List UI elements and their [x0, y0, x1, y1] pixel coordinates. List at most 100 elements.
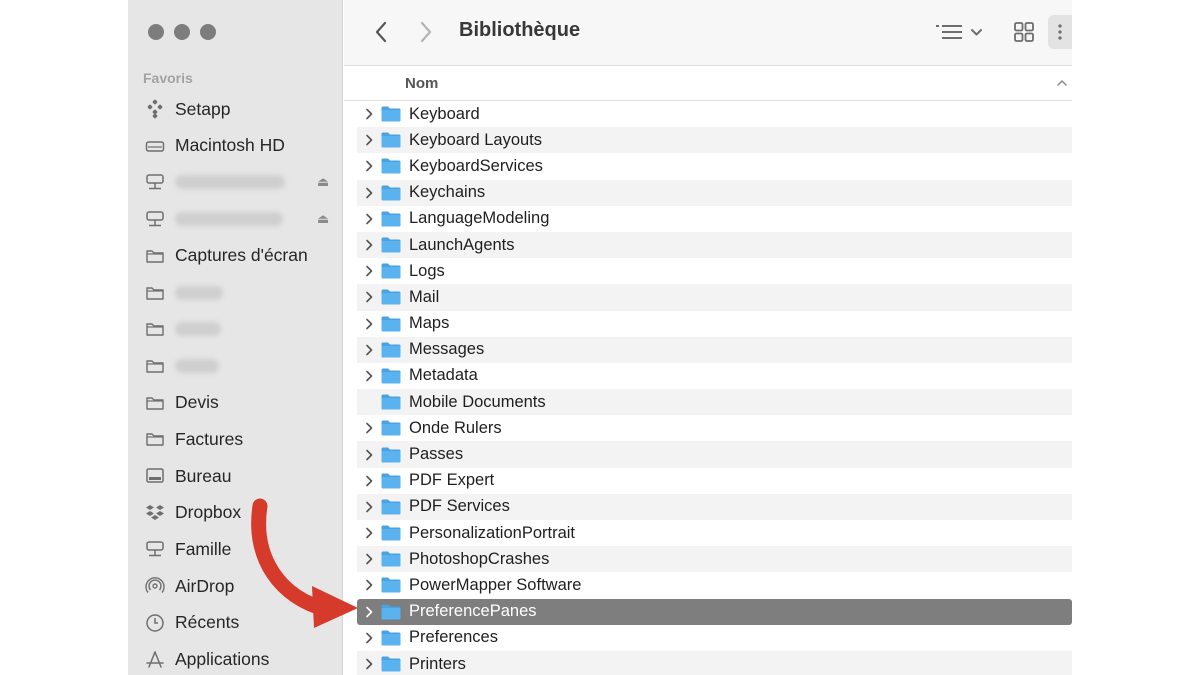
list-item[interactable]: Onde Rulers — [357, 415, 1072, 441]
sort-ascending-icon[interactable] — [1056, 77, 1068, 89]
forward-button[interactable] — [413, 18, 439, 46]
minimize-window-button[interactable] — [174, 24, 190, 40]
eject-icon[interactable]: ⏏ — [317, 211, 329, 227]
file-name: Passes — [409, 445, 464, 464]
list-item[interactable]: KeyboardServices — [357, 153, 1072, 179]
list-item[interactable]: LaunchAgents — [357, 231, 1072, 259]
list-view-icon — [1058, 24, 1062, 40]
disclosure-chevron-icon[interactable] — [357, 153, 381, 179]
sidebar-item[interactable]: Dropbox — [144, 500, 241, 526]
folder-icon — [381, 342, 401, 358]
file-name: Onde Rulers — [409, 418, 502, 437]
network-drive-icon — [144, 208, 166, 230]
list-item[interactable]: Keyboard — [357, 101, 1072, 127]
disclosure-chevron-icon[interactable] — [357, 415, 381, 441]
list-item[interactable]: PersonalizationPortrait — [357, 520, 1072, 546]
disclosure-chevron-icon[interactable] — [357, 311, 381, 337]
folder-icon — [381, 525, 401, 541]
disclosure-chevron-icon[interactable] — [357, 651, 381, 675]
sidebar-item[interactable]: Récents — [144, 610, 239, 636]
sidebar-item[interactable]: ⏏ — [144, 206, 329, 232]
sidebar-item[interactable]: Captures d'écran — [144, 243, 308, 269]
group-by-menu-button[interactable] — [932, 18, 988, 46]
file-name: PDF Services — [409, 497, 510, 516]
list-item[interactable]: Printers — [357, 650, 1072, 675]
file-name: PhotoshopCrashes — [409, 549, 550, 568]
sidebar-item[interactable]: Famille — [144, 536, 231, 562]
file-name: KeyboardServices — [409, 156, 543, 175]
sidebar-item-label: Bureau — [175, 465, 232, 486]
list-item[interactable]: PDF Services — [357, 493, 1072, 520]
folder-icon — [144, 282, 166, 304]
disclosure-chevron-icon[interactable] — [357, 442, 381, 468]
sidebar-section-favoris: Favoris — [143, 70, 193, 86]
list-item[interactable]: PreferencePanes — [357, 598, 1072, 625]
sidebar-item[interactable] — [144, 353, 219, 379]
list-item[interactable]: Keychains — [357, 179, 1072, 206]
disclosure-chevron-icon[interactable] — [357, 180, 381, 206]
column-nom[interactable]: Nom — [405, 75, 438, 92]
list-item[interactable]: Messages — [357, 336, 1072, 363]
sidebar-item[interactable]: ⏏ — [144, 169, 329, 195]
file-name: Keyboard Layouts — [409, 130, 543, 149]
folder-icon — [381, 158, 401, 174]
disclosure-chevron-icon[interactable] — [357, 206, 381, 232]
list-item[interactable]: PDF Expert — [357, 468, 1072, 494]
list-item[interactable]: Logs — [357, 258, 1072, 284]
disclosure-chevron-icon[interactable] — [357, 468, 381, 494]
list-item[interactable]: Preferences — [357, 625, 1072, 651]
list-item[interactable]: Keyboard Layouts — [357, 127, 1072, 154]
file-name: Keyboard — [409, 104, 480, 123]
sidebar-item[interactable] — [144, 316, 221, 342]
sidebar-item[interactable]: Bureau — [144, 463, 231, 489]
file-name: Metadata — [409, 366, 478, 385]
disclosure-chevron-icon[interactable] — [357, 337, 381, 363]
back-button[interactable] — [368, 18, 394, 46]
disclosure-chevron-icon[interactable] — [357, 101, 381, 127]
folder-icon — [144, 318, 166, 340]
list-item[interactable]: LanguageModeling — [357, 206, 1072, 232]
list-item[interactable]: Maps — [357, 311, 1072, 337]
sidebar-item-label: Captures d'écran — [175, 245, 308, 266]
sidebar-item[interactable]: Applications — [144, 647, 269, 673]
disclosure-chevron-icon[interactable] — [357, 284, 381, 310]
main-pane: Bibliothèque Nom Keyboard Keyboard Layou… — [344, 0, 1072, 675]
disclosure-chevron-icon[interactable] — [357, 625, 381, 651]
folder-icon — [381, 499, 401, 515]
disclosure-chevron-icon[interactable] — [357, 258, 381, 284]
folder-icon — [381, 656, 401, 672]
grid-view-icon — [1014, 22, 1034, 42]
folder-icon — [144, 428, 166, 450]
sidebar-item[interactable]: Factures — [144, 426, 243, 452]
folder-icon — [381, 630, 401, 646]
sidebar-item[interactable]: AirDrop — [144, 573, 234, 599]
eject-icon[interactable]: ⏏ — [317, 174, 329, 190]
list-view-button[interactable] — [1048, 15, 1072, 49]
airdrop-icon — [144, 575, 166, 597]
sidebar-item-label — [175, 322, 221, 337]
sidebar-item[interactable]: Macintosh HD — [144, 133, 285, 159]
disclosure-chevron-icon[interactable] — [357, 232, 381, 258]
close-window-button[interactable] — [148, 24, 164, 40]
list-item[interactable]: PowerMapper Software — [357, 572, 1072, 598]
folder-icon — [381, 551, 401, 567]
list-item[interactable]: Passes — [357, 441, 1072, 468]
disclosure-chevron-icon[interactable] — [357, 363, 381, 389]
folder-icon — [381, 368, 401, 384]
list-item[interactable]: Mobile Documents — [357, 389, 1072, 416]
list-item[interactable]: Metadata — [357, 363, 1072, 389]
sidebar-item-label: Famille — [175, 538, 232, 559]
file-name: Mail — [409, 287, 440, 306]
file-list: Keyboard Keyboard Layouts KeyboardServices… — [357, 101, 1072, 675]
file-name: LanguageModeling — [409, 209, 550, 228]
sidebar-item[interactable]: Devis — [144, 390, 219, 416]
icon-view-button[interactable] — [1008, 18, 1040, 46]
list-item[interactable]: PhotoshopCrashes — [357, 546, 1072, 573]
disclosure-chevron-icon[interactable] — [357, 127, 381, 153]
sidebar-item[interactable]: Setapp — [144, 96, 230, 122]
file-name: Printers — [409, 654, 466, 673]
zoom-window-button[interactable] — [200, 24, 216, 40]
sidebar-item[interactable] — [144, 280, 223, 306]
list-item[interactable]: Mail — [357, 284, 1072, 311]
